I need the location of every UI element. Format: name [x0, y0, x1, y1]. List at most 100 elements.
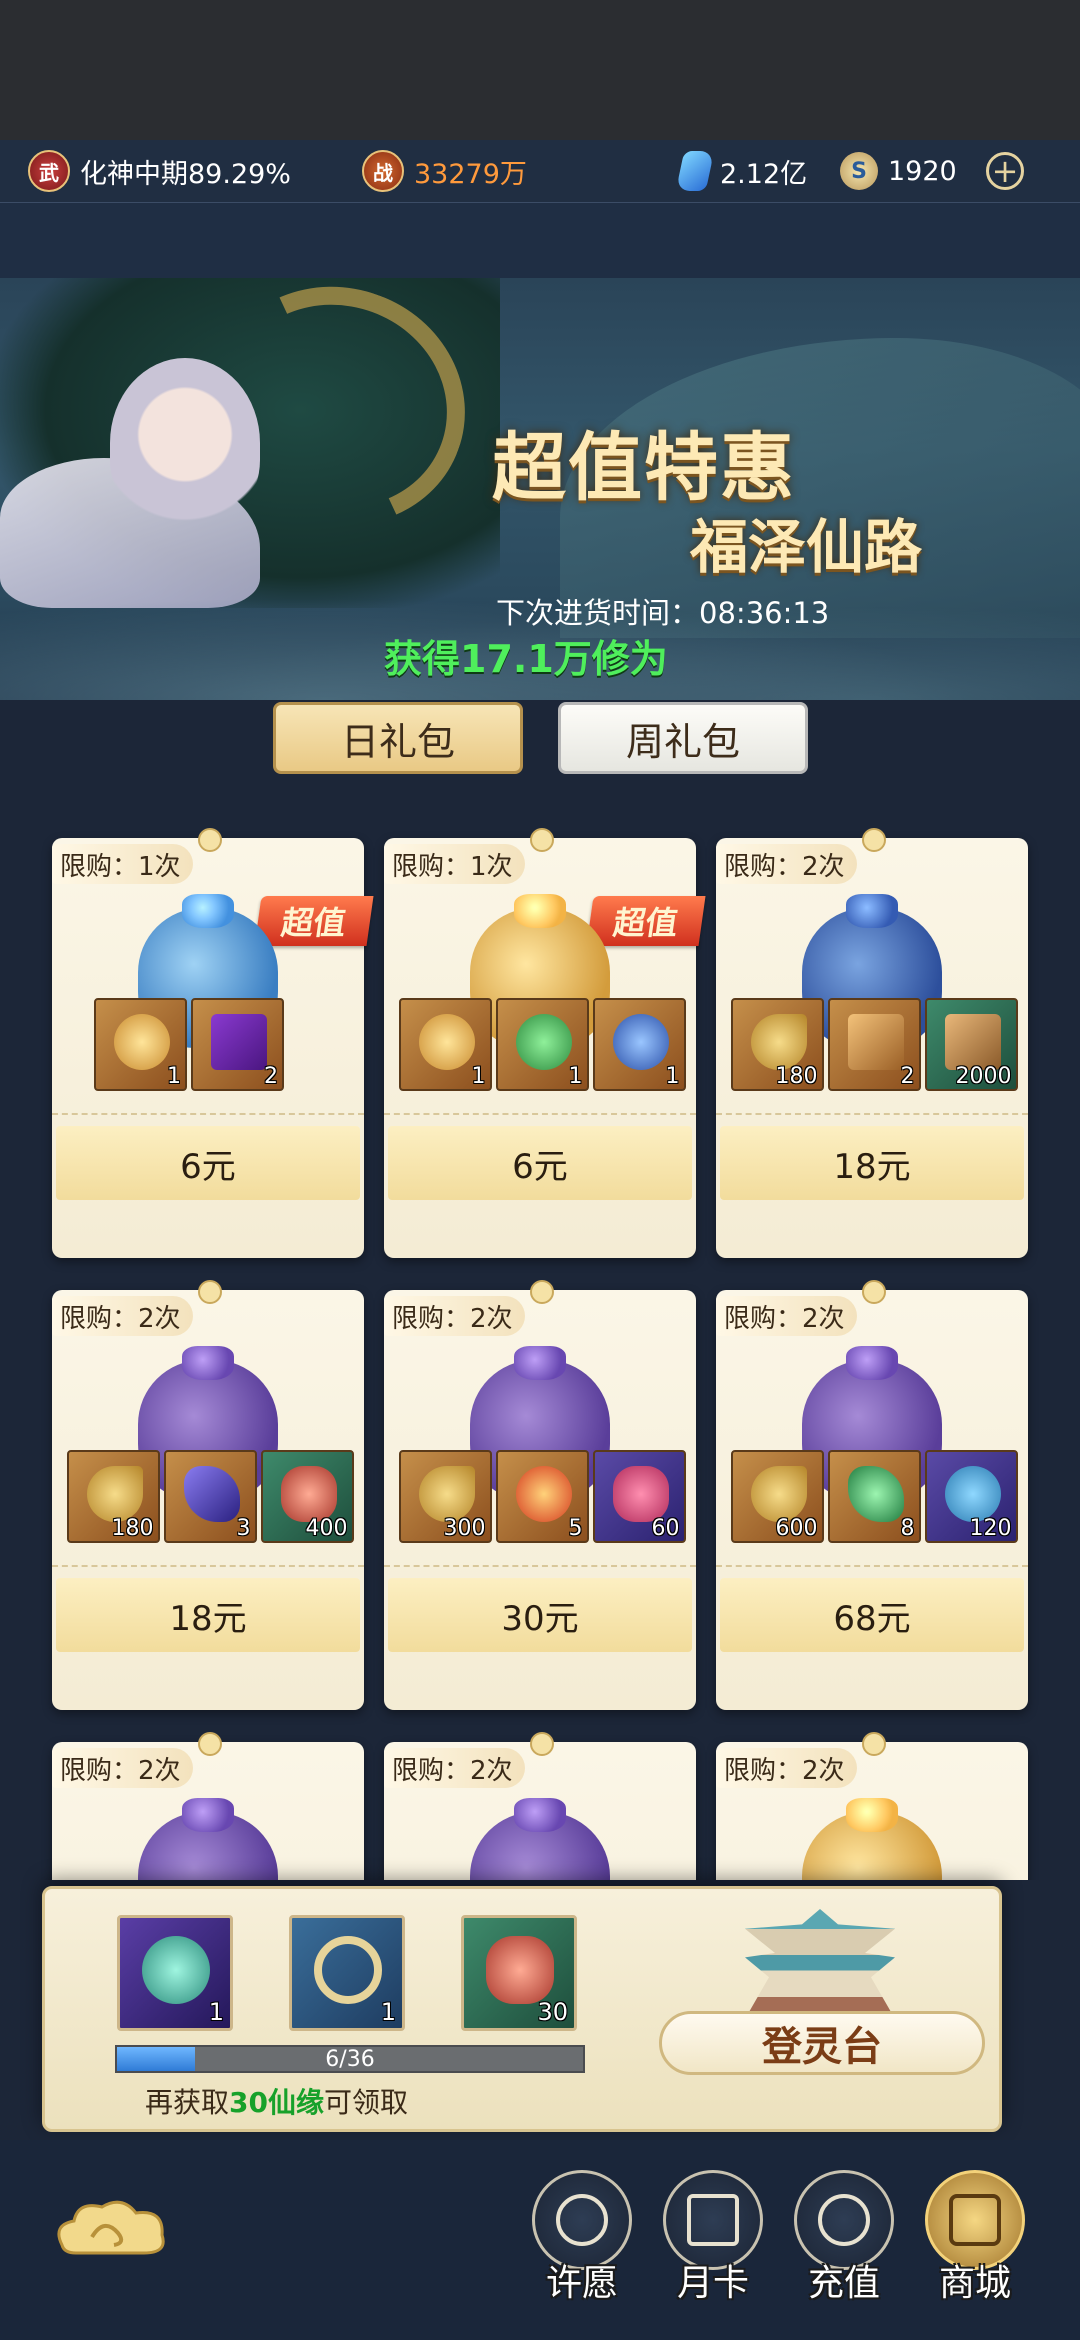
item-slot[interactable]: 180 [730, 998, 824, 1091]
item-slot[interactable]: 60 [592, 1450, 686, 1543]
reward-count: 30 [537, 1998, 568, 2026]
coin-icon: S [840, 152, 878, 190]
item-slot[interactable]: 1 [94, 998, 187, 1091]
item-count: 1 [471, 1064, 486, 1089]
item-count: 2 [900, 1064, 915, 1089]
card-divider [716, 1565, 1028, 1567]
pack-grid: 限购：1次 超值 1 2 6元 限购：1次 超值 1 1 1 6元 限购：2次 … [0, 780, 1080, 1880]
pack-card[interactable]: 限购：2次 300 5 60 30元 [384, 1280, 696, 1710]
battle-badge-icon: 战 [362, 150, 404, 192]
pack-price-button[interactable]: 6元 [56, 1126, 360, 1200]
cloud-menu-icon[interactable] [52, 2195, 172, 2265]
item-slot[interactable]: 300 [398, 1450, 492, 1543]
item-slot[interactable]: 1 [398, 998, 492, 1091]
background-band [0, 203, 1080, 278]
pack-card[interactable]: 限购：1次 超值 1 2 6元 [52, 828, 374, 1258]
talisman-scroll-icon [211, 1014, 267, 1070]
nav-shop[interactable]: 商城 [920, 2170, 1030, 2320]
banner-title: 超值特惠 [492, 425, 796, 511]
item-slot[interactable]: 3 [163, 1450, 257, 1543]
hint-prefix: 再获取 [145, 2086, 230, 2119]
item-slot[interactable]: 2 [191, 998, 284, 1091]
reward-slot[interactable]: 1 [289, 1915, 405, 2031]
purple-crystal-icon [183, 1466, 240, 1522]
reward-slot[interactable]: 1 [117, 1915, 233, 2031]
item-slot[interactable]: 1 [495, 998, 589, 1091]
power-text: 33279万 [414, 158, 527, 190]
item-slot[interactable]: 2000 [924, 998, 1018, 1091]
item-slot[interactable]: 8 [827, 1450, 921, 1543]
pack-price-button[interactable]: 18元 [720, 1126, 1024, 1200]
pack-card[interactable]: 限购：2次 180 3 400 18元 [52, 1280, 364, 1710]
reward-count: 1 [208, 1998, 224, 2026]
purchase-limit: 限购：2次 [716, 1296, 857, 1336]
item-count: 1 [665, 1064, 680, 1089]
gift-bag-icon [802, 1812, 942, 1880]
pack-card[interactable]: 限购：2次 [52, 1732, 364, 1880]
progress-hint: 再获取30仙缘可领取 [145, 2081, 408, 2121]
pack-card[interactable]: 限购：1次 超值 1 1 1 6元 [384, 828, 706, 1258]
item-count: 180 [775, 1064, 818, 1089]
spirit-stone-count: 2.12亿 [720, 158, 808, 190]
nav-wish[interactable]: 许愿 [527, 2170, 637, 2320]
coin-display: S 1920 [840, 148, 957, 194]
item-count: 2000 [955, 1064, 1012, 1089]
pack-card[interactable]: 限购：2次 180 2 2000 18元 [716, 828, 1028, 1258]
tab-weekly-packs[interactable]: 周礼包 [558, 702, 808, 774]
fire-orb-icon [515, 1466, 572, 1522]
item-count: 3 [236, 1516, 251, 1541]
item-slot[interactable]: 5 [495, 1450, 589, 1543]
pack-price-button[interactable]: 18元 [56, 1578, 360, 1652]
spirit-stone-icon [675, 151, 715, 191]
hint-amount: 30仙缘 [229, 2086, 324, 2119]
card-ornament [862, 1280, 886, 1304]
gift-bag-icon [418, 1014, 475, 1070]
purchase-limit: 限购：2次 [716, 1748, 857, 1788]
nav-recharge[interactable]: 充值 [789, 2170, 899, 2320]
item-slot[interactable]: 180 [66, 1450, 160, 1543]
purchase-limit: 限购：1次 [384, 844, 525, 884]
card-divider [384, 1113, 696, 1115]
item-slot[interactable]: 400 [260, 1450, 354, 1543]
purchase-limit: 限购：2次 [384, 1296, 525, 1336]
item-slot[interactable]: 600 [730, 1450, 824, 1543]
item-count: 5 [568, 1516, 583, 1541]
jade-ring-icon [314, 1936, 382, 2004]
crescent-token-icon [750, 1466, 807, 1522]
gift-bag-icon [470, 1812, 610, 1880]
item-slot[interactable]: 2 [827, 998, 921, 1091]
cumulative-reward-panel: 1 1 30 6/36 再获取30仙缘可领取 登灵台 [42, 1886, 1002, 2132]
plus-icon[interactable]: + [986, 152, 1024, 190]
tab-daily-packs[interactable]: 日礼包 [273, 702, 523, 774]
reward-slot[interactable]: 30 [461, 1915, 577, 2031]
purchase-limit: 限购：2次 [52, 1748, 193, 1788]
best-value-tag: 超值 [586, 896, 706, 946]
best-value-tag: 超值 [254, 896, 374, 946]
red-ore-icon [486, 1936, 554, 2004]
character-portrait [110, 358, 260, 528]
recharge-symbol [818, 2194, 870, 2246]
item-slot[interactable]: 120 [924, 1450, 1018, 1543]
purchase-limit: 限购：2次 [52, 1296, 193, 1336]
pack-items: 180 2 2000 [724, 998, 1024, 1094]
card-ornament [862, 828, 886, 852]
reward-count: 1 [380, 1998, 396, 2026]
pack-card[interactable]: 限购：2次 [384, 1732, 696, 1880]
pavilion-icon [745, 1909, 895, 2019]
card-ornament [198, 1732, 222, 1756]
spirit-beast-icon [944, 1466, 1001, 1522]
red-ore-icon [280, 1466, 337, 1522]
ascend-altar-button[interactable]: 登灵台 [659, 2011, 985, 2075]
pack-price-button[interactable]: 30元 [388, 1578, 692, 1652]
scroll-bundle-icon [944, 1014, 1001, 1070]
nav-label: 充值 [807, 2263, 880, 2304]
pack-card[interactable]: 限购：2次 [716, 1732, 1028, 1880]
pack-price-button[interactable]: 68元 [720, 1578, 1024, 1652]
pack-card[interactable]: 限购：2次 600 8 120 68元 [716, 1280, 1028, 1710]
item-slot[interactable]: 1 [592, 998, 686, 1091]
nav-monthly-card[interactable]: 月卡 [658, 2170, 768, 2320]
add-currency-button[interactable]: + [986, 148, 1024, 194]
pack-price-button[interactable]: 6元 [388, 1126, 692, 1200]
item-count: 180 [111, 1516, 154, 1541]
restock-label: 下次进货时间： [496, 596, 700, 630]
